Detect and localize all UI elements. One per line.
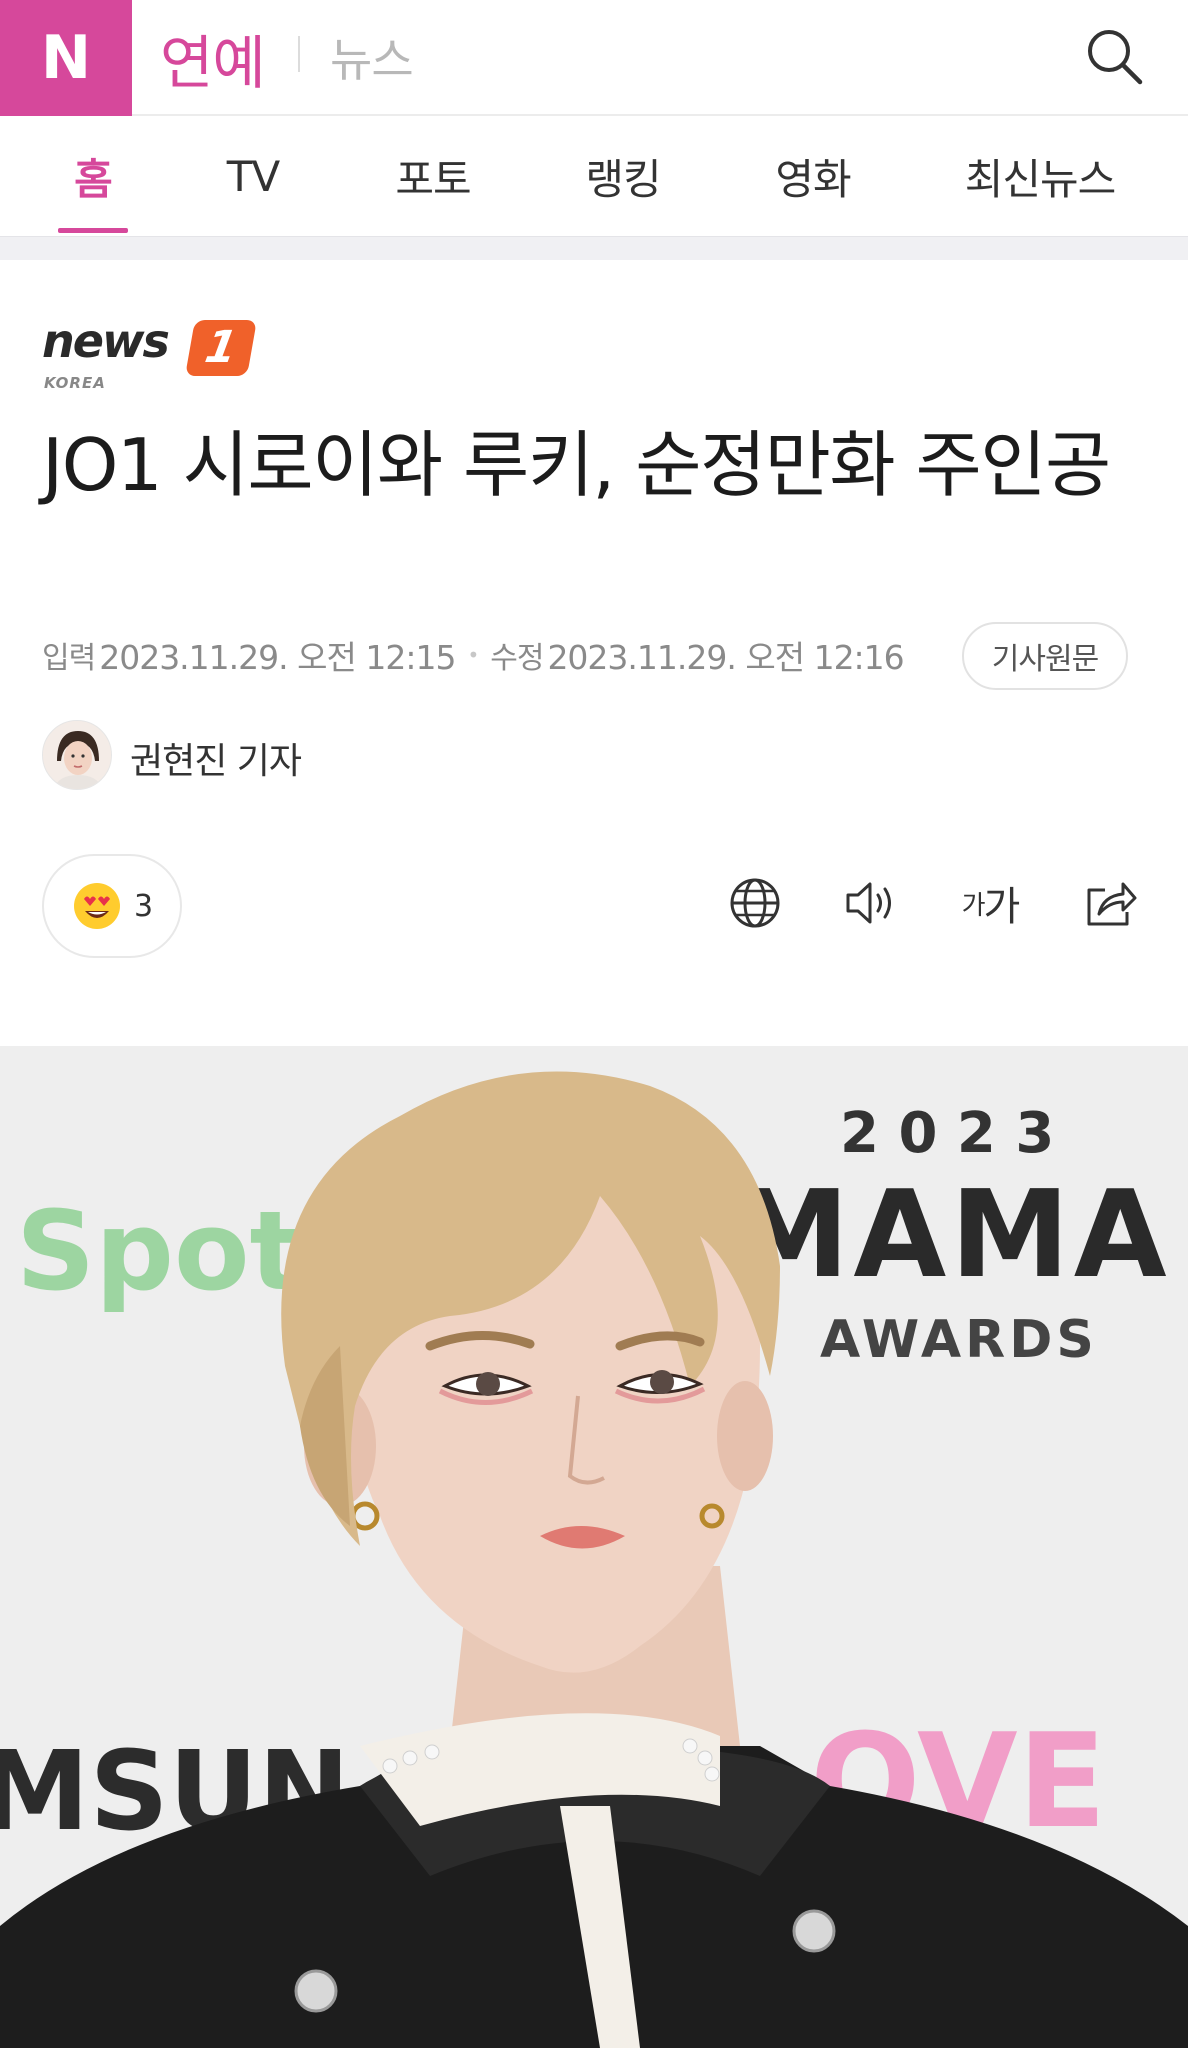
search-icon — [1088, 30, 1143, 85]
tab-tv[interactable]: TV — [210, 116, 296, 236]
font-size-small-label: 가 — [961, 890, 986, 921]
tab-movie[interactable]: 영화 — [758, 116, 868, 236]
font-size-button[interactable]: 가가 — [954, 872, 1026, 934]
input-label: 입력 — [42, 641, 96, 676]
press-logo-word: news — [42, 314, 170, 368]
person-illustration — [0, 1071, 1188, 2048]
press-logo[interactable]: news 1 KOREA — [42, 318, 272, 396]
article-meta: 입력 2023.11.29. 오전 12:15 • 수정 2023.11.29.… — [42, 630, 905, 680]
modified-date: 2023.11.29. 오전 12:16 — [547, 638, 904, 677]
tab-ranking[interactable]: 랭킹 — [568, 116, 678, 236]
globe-icon — [730, 878, 780, 928]
reaction-count: 3 — [134, 888, 154, 924]
tab-home[interactable]: 홈 — [50, 116, 136, 236]
font-size-large-label: 가 — [983, 884, 1021, 930]
original-article-button[interactable]: 기사원문 — [962, 622, 1128, 690]
top-header: N 연예 뉴스 — [0, 0, 1188, 116]
tab-latest-news[interactable]: 최신뉴스 — [948, 116, 1132, 236]
modified-label: 수정 — [490, 641, 544, 676]
share-icon — [1087, 882, 1137, 926]
share-button[interactable] — [1080, 872, 1142, 934]
section-divider — [0, 236, 1188, 260]
article-photo[interactable]: Spoti 2 0 2 3 MAMA AWARDS MSUN OVE — [0, 1046, 1188, 2048]
translate-button[interactable] — [724, 872, 786, 934]
search-button[interactable] — [1082, 24, 1146, 88]
input-date: 2023.11.29. 오전 12:15 — [99, 638, 456, 677]
press-logo-badge: 1 — [185, 320, 257, 376]
reporter-photo — [43, 721, 111, 789]
tab-photo[interactable]: 포토 — [378, 116, 488, 236]
title-divider — [298, 36, 300, 72]
section-title[interactable]: 연예 — [160, 16, 266, 100]
article-headline: JO1 시로이와 루키, 순정만화 주인공 — [42, 423, 1111, 507]
tts-button[interactable] — [840, 872, 902, 934]
reaction-button[interactable]: 3 — [42, 854, 182, 958]
reporter-name[interactable]: 권현진 기자 — [130, 732, 302, 784]
press-logo-sub: KOREA — [44, 374, 106, 392]
reporter-avatar[interactable] — [42, 720, 112, 790]
naver-logo[interactable]: N — [0, 0, 132, 116]
tab-bar: 홈 TV 포토 랭킹 영화 최신뉴스 — [0, 116, 1188, 236]
naver-logo-letter: N — [40, 23, 92, 93]
heart-eyes-emoji-icon — [74, 883, 120, 929]
active-tab-indicator — [58, 228, 128, 233]
meta-separator: • — [467, 643, 479, 667]
section-subtitle[interactable]: 뉴스 — [330, 24, 414, 90]
speaker-icon — [846, 882, 891, 924]
